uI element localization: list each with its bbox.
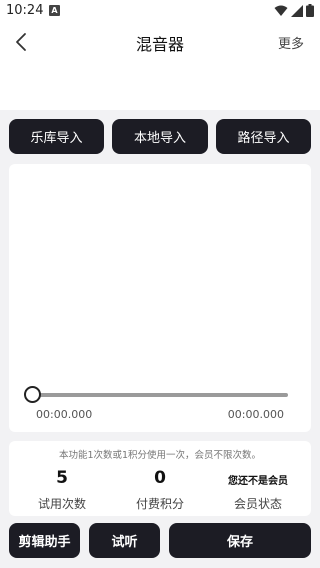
- paid-points-label: 付费积分: [135, 497, 184, 511]
- header: 混音器 更多: [0, 22, 320, 110]
- status-bar: 10:24 A: [0, 0, 320, 22]
- paid-points-value: 0: [154, 468, 166, 488]
- local-import-button[interactable]: 本地导入: [112, 119, 208, 154]
- library-import-button[interactable]: 乐库导入: [9, 119, 104, 154]
- notification-icon: A: [49, 5, 60, 16]
- progress-handle[interactable]: [24, 386, 41, 403]
- usage-note: 本功能1次数或1积分使用一次，会员不限次数。: [58, 450, 262, 461]
- end-time: 00:00.000: [227, 408, 284, 421]
- member-status-value: 您还不是会员: [228, 476, 288, 487]
- save-button[interactable]: 保存: [169, 523, 311, 558]
- more-button[interactable]: 更多: [278, 33, 304, 52]
- start-time: 00:00.000: [36, 408, 93, 421]
- status-icons: [274, 4, 314, 17]
- preview-button[interactable]: 试听: [89, 523, 160, 558]
- edit-assistant-button[interactable]: 剪辑助手: [9, 523, 80, 558]
- progress-track[interactable]: [32, 393, 288, 397]
- page-title: 混音器: [135, 35, 184, 54]
- trial-count-label: 试用次数: [37, 497, 86, 511]
- usage-info-card: 本功能1次数或1积分使用一次，会员不限次数。 5 0 您还不是会员 试用次数 付…: [9, 441, 311, 516]
- battery-icon: [306, 4, 314, 17]
- clock: 10:24: [6, 3, 44, 18]
- signal-icon: [291, 4, 303, 17]
- wifi-icon: [274, 5, 288, 16]
- trial-count-value: 5: [56, 468, 68, 488]
- path-import-button[interactable]: 路径导入: [216, 119, 311, 154]
- waveform-card: 00:00.000 00:00.000: [9, 164, 311, 432]
- member-status-label: 会员状态: [233, 497, 282, 511]
